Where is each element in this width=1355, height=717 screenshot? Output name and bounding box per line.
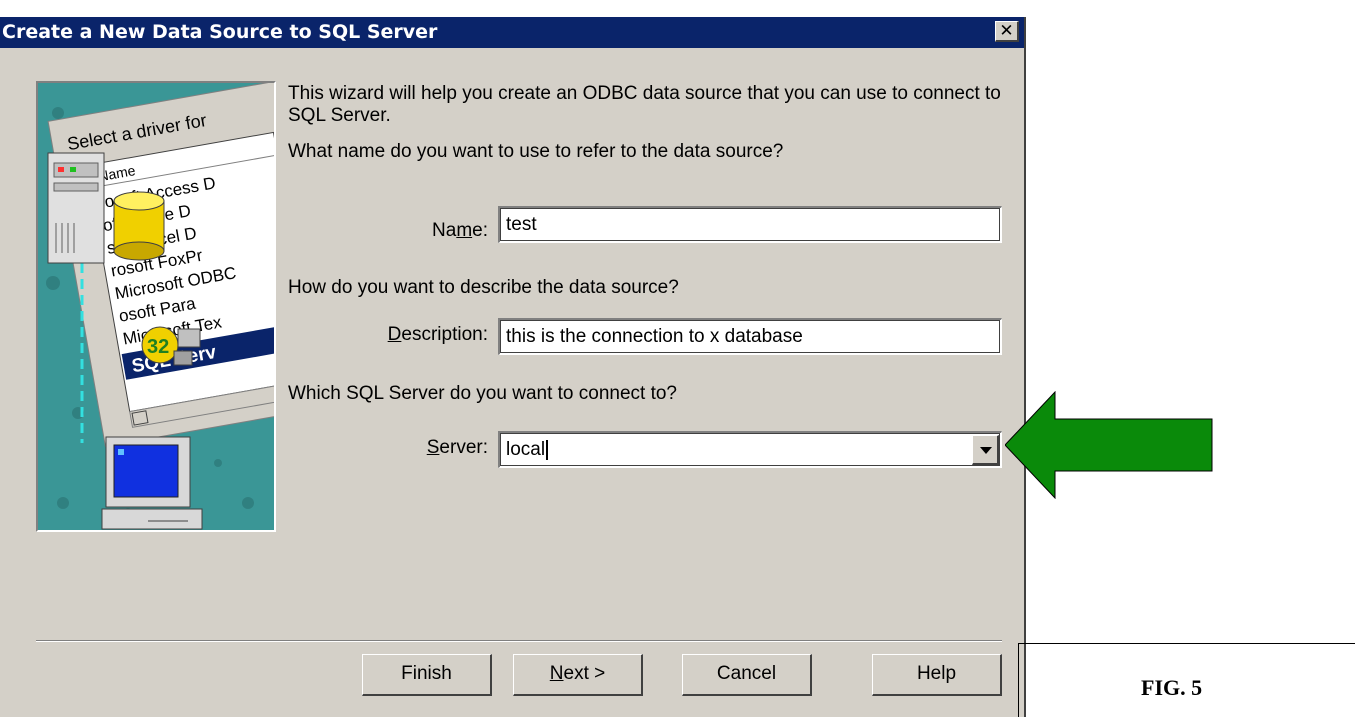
32-bit-badge-icon: 32 — [141, 326, 201, 366]
server-tower-icon — [47, 152, 105, 264]
server-label: Server: — [426, 437, 488, 458]
client-computer-icon — [101, 436, 203, 530]
chevron-down-icon[interactable] — [972, 435, 999, 465]
server-question: Which SQL Server do you want to connect … — [288, 383, 677, 404]
name-question: What name do you want to use to refer to… — [288, 141, 784, 162]
finish-button[interactable]: Finish — [362, 654, 492, 696]
description-label: Description: — [387, 324, 488, 345]
green-arrow-annotation — [1005, 391, 1213, 499]
name-input[interactable]: test — [498, 206, 1002, 243]
server-value: local — [506, 439, 546, 460]
wizard-illustration: Select a driver for Name rosoft Access D… — [36, 81, 276, 532]
name-label: Name: — [432, 220, 488, 241]
dialog-title: Create a New Data Source to SQL Server — [2, 21, 438, 43]
driver-list-illustration: Select a driver for Name rosoft Access D… — [38, 83, 274, 530]
cancel-button[interactable]: Cancel — [682, 654, 812, 696]
database-icon — [113, 191, 165, 261]
wizard-intro-text: This wizard will help you create an ODBC… — [288, 83, 1001, 126]
close-icon: ✕ — [999, 21, 1014, 41]
close-button[interactable]: ✕ — [995, 21, 1019, 42]
text-caret — [546, 439, 549, 460]
next-button[interactable]: Next > — [513, 654, 643, 696]
server-combobox[interactable]: local — [498, 431, 1002, 468]
description-question: How do you want to describe the data sou… — [288, 277, 679, 298]
badge-text: 32 — [147, 336, 169, 358]
button-separator — [36, 640, 1002, 642]
description-input[interactable]: this is the connection to x database — [498, 318, 1002, 355]
figure-label: FIG. 5 — [1141, 675, 1203, 700]
help-button[interactable]: Help — [872, 654, 1002, 696]
create-data-source-dialog: Create a New Data Source to SQL Server ✕… — [0, 17, 1026, 717]
title-bar: Create a New Data Source to SQL Server ✕ — [0, 17, 1024, 48]
